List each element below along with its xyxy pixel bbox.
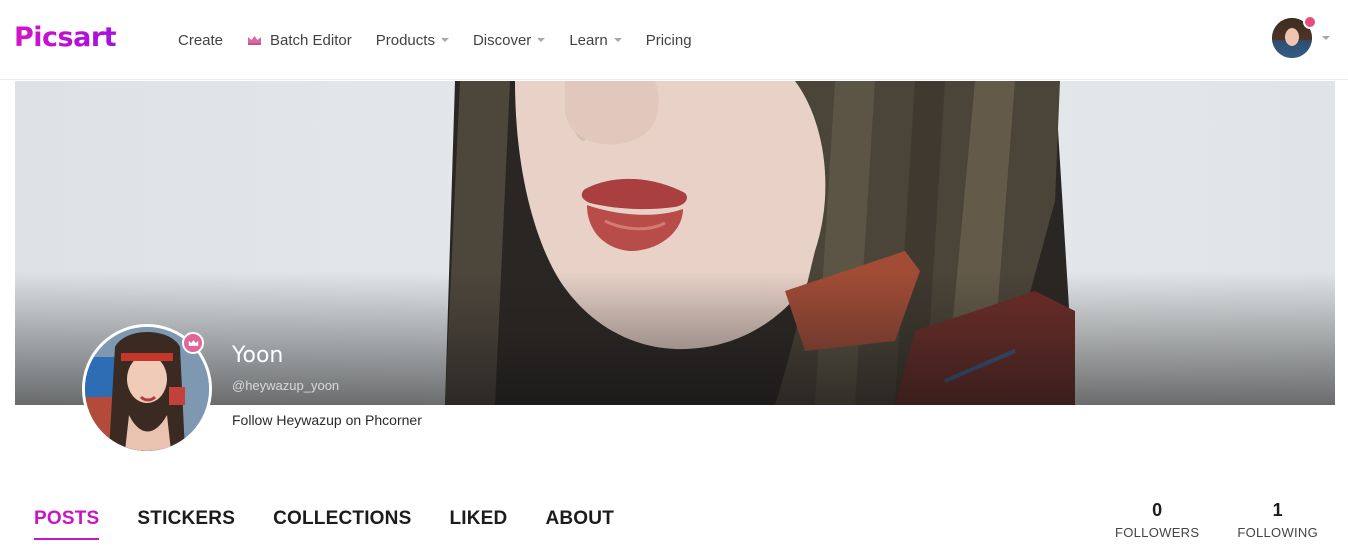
tab-posts[interactable]: POSTS bbox=[34, 508, 100, 540]
crown-badge-icon bbox=[1303, 15, 1317, 29]
picsart-logo[interactable]: Picsart bbox=[14, 22, 117, 53]
following-label: FOLLOWING bbox=[1237, 525, 1319, 540]
followers-label: FOLLOWERS bbox=[1115, 525, 1200, 540]
nav-item-pricing[interactable]: Pricing bbox=[646, 0, 692, 80]
following-stat[interactable]: 1 FOLLOWING bbox=[1237, 500, 1318, 540]
nav-item-create[interactable]: Create bbox=[178, 0, 223, 80]
tab-stickers[interactable]: STICKERS bbox=[137, 508, 235, 530]
profile-tabs: POSTS STICKERS COLLECTIONS LIKED ABOUT bbox=[34, 508, 652, 540]
nav-label: Learn bbox=[569, 31, 608, 49]
crown-badge-icon bbox=[182, 332, 204, 354]
profile-handle: @heywazup_yoon bbox=[232, 378, 340, 393]
chevron-down-icon[interactable] bbox=[1322, 36, 1330, 40]
nav-label: Pricing bbox=[645, 31, 692, 49]
crown-icon bbox=[188, 340, 198, 346]
main-nav: Create Batch Editor Products Discover Le… bbox=[178, 0, 716, 80]
avatar[interactable] bbox=[1272, 15, 1317, 58]
nav-item-discover[interactable]: Discover bbox=[472, 0, 546, 80]
profile-bio: Follow Heywazup on Phcorner bbox=[232, 412, 422, 428]
followers-count: 0 bbox=[1152, 500, 1163, 520]
profile-stats: 0 FOLLOWERS 1 FOLLOWING bbox=[1115, 500, 1318, 540]
following-count: 1 bbox=[1272, 500, 1283, 520]
top-navigation-bar: Picsart Create Batch Editor Products Dis… bbox=[0, 0, 1348, 80]
nav-item-products[interactable]: Products bbox=[376, 0, 449, 80]
tab-about[interactable]: ABOUT bbox=[545, 508, 614, 530]
chevron-down-icon bbox=[440, 38, 449, 42]
chevron-down-icon bbox=[537, 38, 546, 42]
nav-item-batch-editor[interactable]: Batch Editor bbox=[247, 0, 352, 80]
cover-gradient bbox=[15, 271, 1335, 405]
profile-name: Yoon bbox=[232, 343, 284, 368]
nav-label: Create bbox=[178, 31, 224, 49]
tab-liked[interactable]: LIKED bbox=[449, 508, 507, 530]
nav-item-learn[interactable]: Learn bbox=[569, 0, 622, 80]
followers-stat[interactable]: 0 FOLLOWERS bbox=[1115, 500, 1199, 540]
user-menu[interactable] bbox=[1272, 15, 1330, 58]
crown-icon bbox=[248, 36, 262, 45]
nav-label: Discover bbox=[472, 31, 532, 49]
chevron-down-icon bbox=[613, 38, 622, 42]
nav-label: Products bbox=[375, 31, 435, 49]
cover-image bbox=[15, 81, 1335, 405]
tab-collections[interactable]: COLLECTIONS bbox=[273, 508, 411, 530]
nav-label: Batch Editor bbox=[270, 31, 352, 49]
